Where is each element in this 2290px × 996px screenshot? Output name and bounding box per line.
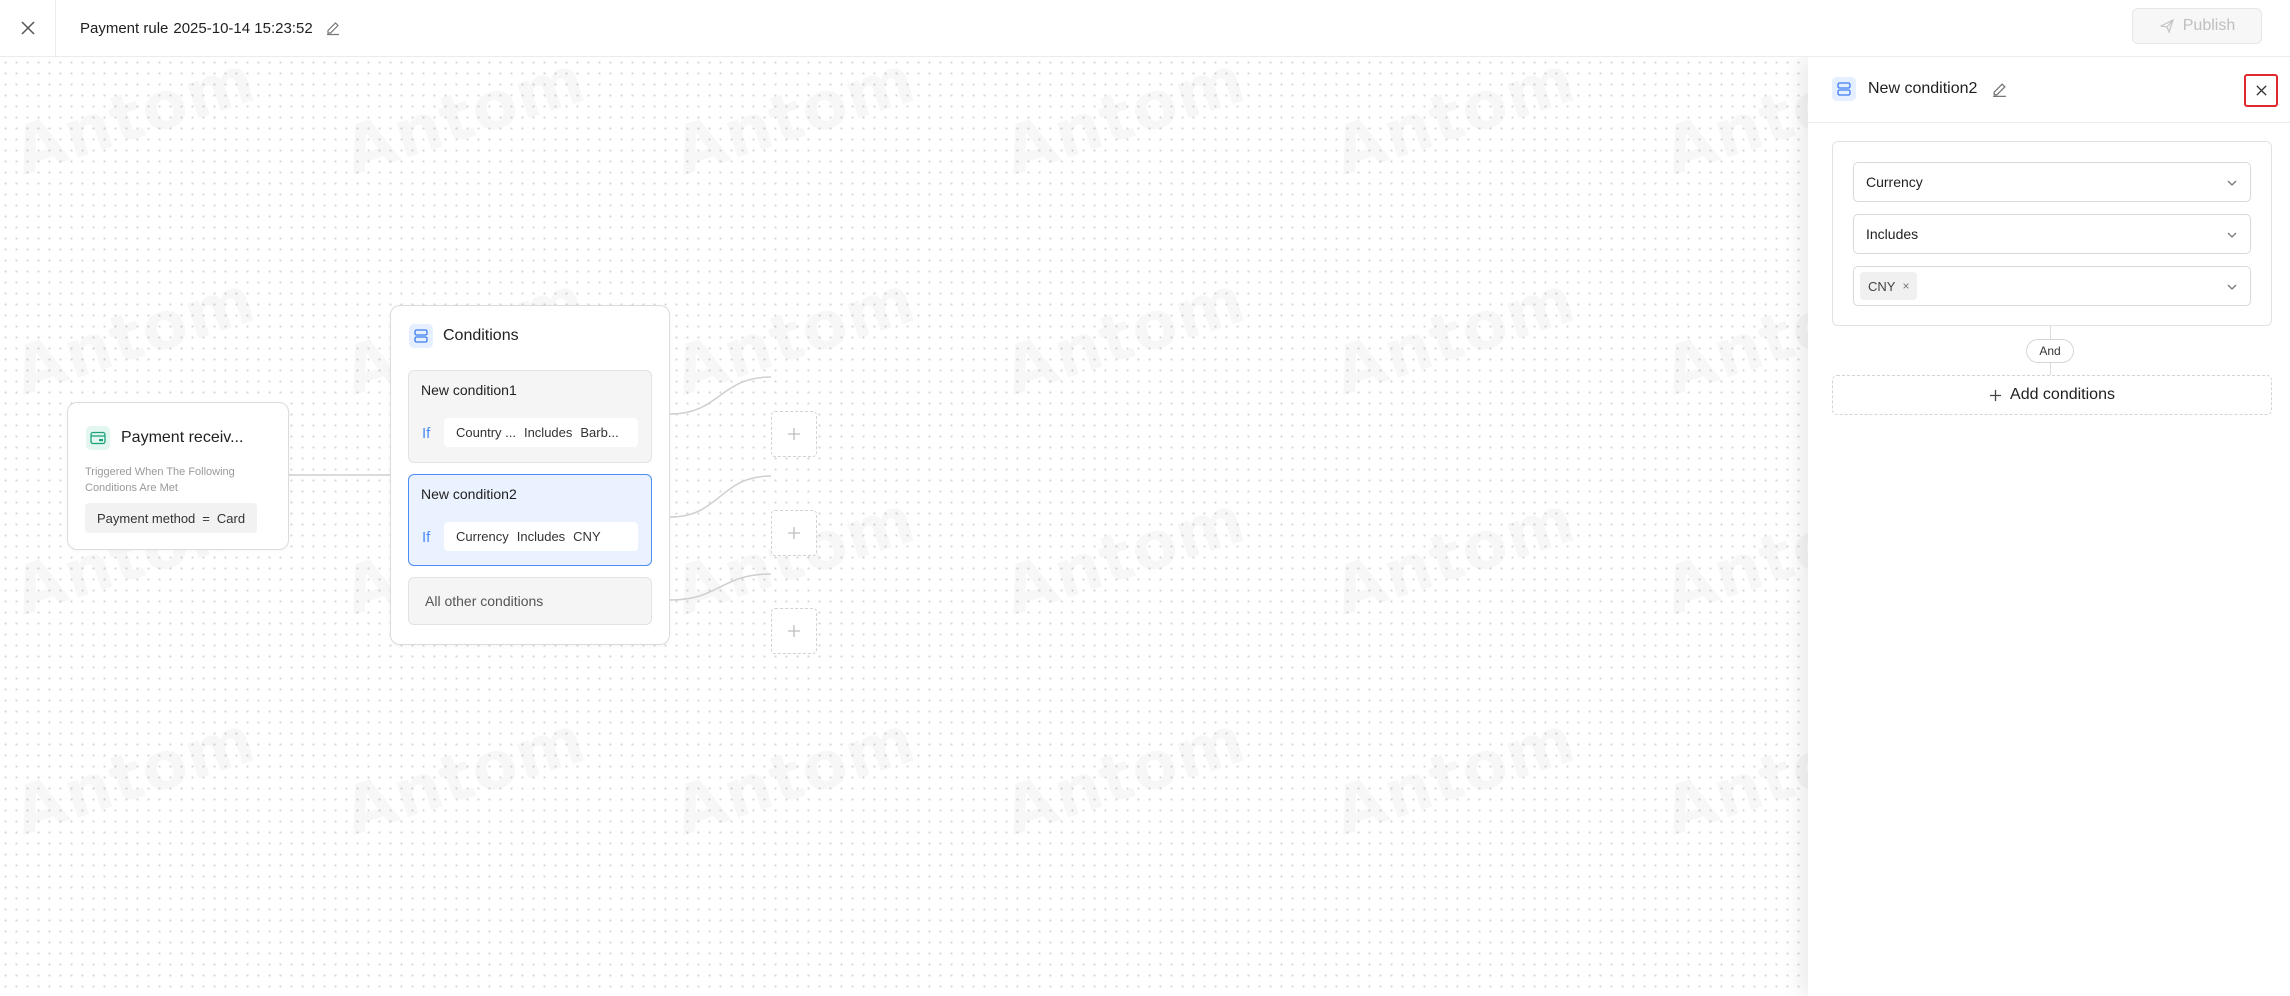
expression-operator: Includes bbox=[516, 529, 566, 544]
condition-detail-panel: New condition2 Currency Includes CNY × A… bbox=[1808, 57, 2290, 996]
conditions-stack-icon bbox=[1832, 77, 1856, 101]
condition-card-other[interactable]: All other conditions bbox=[408, 577, 652, 625]
trigger-node[interactable]: Payment receiv... Triggered When The Fol… bbox=[67, 402, 289, 550]
trigger-title: Payment receiv... bbox=[121, 429, 244, 446]
edge-condition2 bbox=[669, 475, 772, 518]
condition-expression: Country ... Includes Barb... bbox=[444, 418, 638, 447]
trigger-header: Payment receiv... bbox=[86, 426, 243, 450]
flow-canvas[interactable]: Antom Antom Antom Antom Antom Antom Antom Antom… bbox=[0, 57, 1808, 996]
plus-icon bbox=[788, 428, 800, 440]
tag-label: CNY bbox=[1868, 278, 1896, 294]
expression-field: Country ... bbox=[456, 425, 516, 440]
conditions-node[interactable]: Conditions New condition1 If Country ...… bbox=[390, 305, 670, 645]
tag-remove-icon[interactable]: × bbox=[1902, 279, 1909, 293]
conditions-stack-icon bbox=[409, 324, 433, 348]
trigger-field: Payment method bbox=[97, 510, 196, 526]
add-conditions-label: Add conditions bbox=[2010, 386, 2115, 403]
send-icon bbox=[2158, 18, 2174, 34]
edit-pencil-icon bbox=[326, 22, 339, 36]
field-select-value: Currency bbox=[1866, 174, 1923, 190]
condition-name: New condition1 bbox=[421, 382, 517, 398]
close-panel-button[interactable] bbox=[2244, 74, 2278, 107]
selected-tag: CNY × bbox=[1860, 272, 1918, 300]
chevron-down-icon bbox=[2227, 284, 2237, 290]
if-label: If bbox=[422, 425, 431, 442]
rule-timestamp: 2025-10-14 15:23:52 bbox=[173, 19, 313, 37]
panel-title: New condition2 bbox=[1868, 80, 1978, 97]
expression-value: CNY bbox=[573, 529, 601, 544]
trigger-value: Card bbox=[216, 510, 246, 526]
panel-title-group: New condition2 bbox=[1832, 77, 2008, 101]
condition-card-2-selected[interactable]: New condition2 If Currency Includes CNY bbox=[408, 474, 652, 566]
add-node-button-3[interactable] bbox=[771, 608, 817, 654]
plus-icon bbox=[788, 527, 800, 539]
publish-label: Publish bbox=[2182, 17, 2236, 34]
condition-rule-box: Currency Includes CNY × bbox=[1832, 141, 2272, 326]
edge-other bbox=[669, 573, 772, 601]
page-title: Payment rule 2025-10-14 15:23:52 bbox=[80, 16, 341, 40]
operator-select-value: Includes bbox=[1866, 226, 1919, 242]
edit-title-button[interactable] bbox=[325, 20, 341, 36]
operator-select[interactable]: Includes bbox=[1853, 214, 2251, 254]
add-node-button-1[interactable] bbox=[771, 411, 817, 457]
edit-condition-name-button[interactable] bbox=[1991, 81, 2008, 98]
and-badge[interactable]: And bbox=[2026, 339, 2074, 363]
condition-expression: Currency Includes CNY bbox=[444, 522, 638, 551]
condition-card-1[interactable]: New condition1 If Country ... Includes B… bbox=[408, 370, 652, 463]
plus-icon bbox=[1989, 389, 2002, 401]
field-select[interactable]: Currency bbox=[1853, 162, 2251, 202]
publish-button[interactable]: Publish bbox=[2132, 8, 2262, 44]
edit-pencil-icon bbox=[1993, 82, 2007, 97]
conditions-title: Conditions bbox=[443, 327, 519, 344]
chevron-down-icon bbox=[2227, 232, 2237, 238]
payment-card-icon bbox=[86, 426, 110, 450]
expression-field: Currency bbox=[456, 529, 509, 544]
trigger-description: Triggered When The Following Conditions … bbox=[85, 466, 235, 494]
if-label: If bbox=[422, 529, 431, 546]
expression-operator: Includes bbox=[523, 425, 573, 440]
condition-name: New condition2 bbox=[421, 486, 517, 502]
expression-value: Barb... bbox=[580, 425, 619, 440]
other-conditions-label: All other conditions bbox=[425, 593, 544, 609]
plus-icon bbox=[788, 625, 800, 637]
close-icon bbox=[20, 21, 35, 35]
close-editor-button[interactable] bbox=[0, 0, 56, 56]
trigger-condition-pill: Payment method = Card bbox=[85, 503, 258, 533]
add-node-button-2[interactable] bbox=[771, 510, 817, 556]
chevron-down-icon bbox=[2227, 180, 2237, 186]
value-multiselect[interactable]: CNY × bbox=[1853, 266, 2251, 306]
conditions-header: Conditions bbox=[409, 324, 519, 348]
top-bar: Payment rule 2025-10-14 15:23:52 Publish bbox=[0, 0, 2290, 57]
close-icon bbox=[2255, 85, 2267, 96]
add-conditions-button[interactable]: Add conditions bbox=[1832, 375, 2272, 415]
panel-header: New condition2 bbox=[1808, 57, 2290, 123]
edge-condition1 bbox=[669, 376, 772, 415]
trigger-operator: = bbox=[202, 510, 210, 526]
rule-name: Payment rule bbox=[80, 19, 169, 37]
